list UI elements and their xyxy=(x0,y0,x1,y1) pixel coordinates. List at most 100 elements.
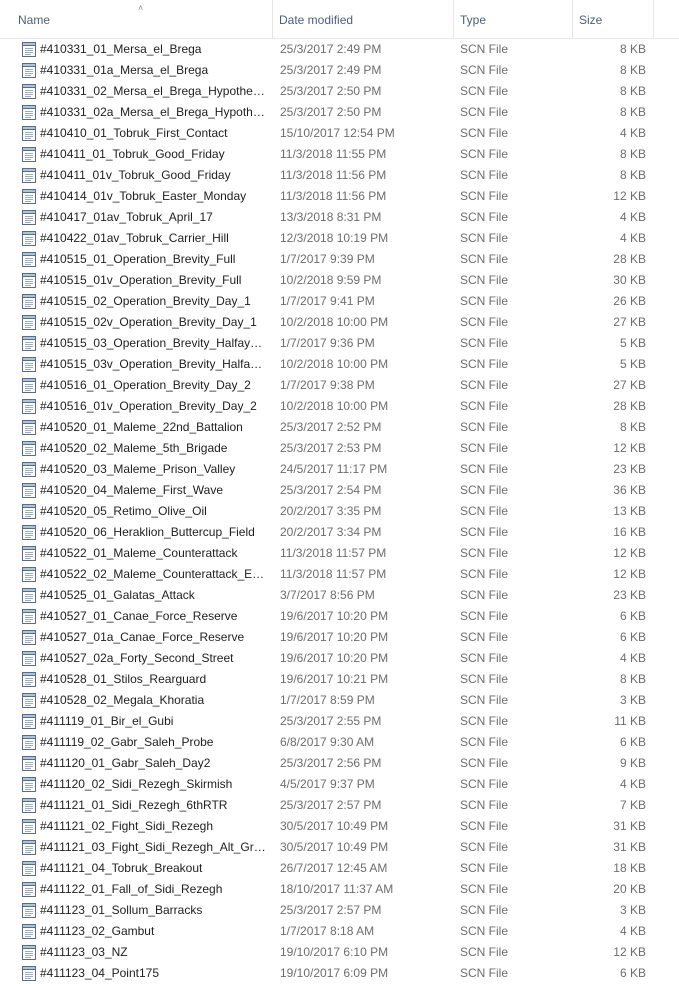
file-row[interactable]: #410520_02_Maleme_5th_Brigade 25/3/2017 2… xyxy=(0,438,679,459)
file-row[interactable]: #410520_05_Retimo_Olive_Oil 20/2/2017 3:3… xyxy=(0,501,679,522)
file-row[interactable]: #410331_01a_Mersa_el_Brega 25/3/2017 2:49… xyxy=(0,60,679,81)
file-row[interactable]: #411121_01_Sidi_Rezegh_6thRTR 25/3/2017 2… xyxy=(0,795,679,816)
file-row[interactable]: #410331_02a_Mersa_el_Brega_Hypothetical 2… xyxy=(0,102,679,123)
file-name[interactable]: #411119_01_Bir_el_Gubi xyxy=(40,711,268,732)
file-row[interactable]: #410516_01_Operation_Brevity_Day_2 1/7/20… xyxy=(0,375,679,396)
file-name[interactable]: #410422_01av_Tobruk_Carrier_Hill xyxy=(40,228,268,249)
file-row[interactable]: #410411_01_Tobruk_Good_Friday 11/3/2018 1… xyxy=(0,144,679,165)
file-name[interactable]: #410410_01_Tobruk_First_Contact xyxy=(40,123,268,144)
document-icon xyxy=(22,42,36,57)
file-name[interactable]: #411122_01_Fall_of_Sidi_Rezegh xyxy=(40,879,268,900)
file-name[interactable]: #410515_01v_Operation_Brevity_Full xyxy=(40,270,268,291)
file-name[interactable]: #411123_02_Gambut xyxy=(40,921,268,942)
file-name[interactable]: #410515_02v_Operation_Brevity_Day_1 xyxy=(40,312,268,333)
column-header-type[interactable]: Type xyxy=(454,0,573,38)
file-name[interactable]: #411120_02_Sidi_Rezegh_Skirmish xyxy=(40,774,268,795)
file-name[interactable]: #410520_01_Maleme_22nd_Battalion xyxy=(40,417,268,438)
file-name[interactable]: #410528_02_Megala_Khoratia xyxy=(40,690,268,711)
file-name[interactable]: #410515_03_Operation_Brevity_Halfaya_P..… xyxy=(40,333,268,354)
file-row[interactable]: #411123_01_Sollum_Barracks 25/3/2017 2:57… xyxy=(0,900,679,921)
file-row[interactable]: #410417_01av_Tobruk_April_17 13/3/2018 8:… xyxy=(0,207,679,228)
file-name[interactable]: #411121_02_Fight_Sidi_Rezegh xyxy=(40,816,268,837)
file-row[interactable]: #410331_02_Mersa_el_Brega_Hypothetical 25… xyxy=(0,81,679,102)
file-name[interactable]: #410516_01_Operation_Brevity_Day_2 xyxy=(40,375,268,396)
file-size: 27 KB xyxy=(613,378,646,392)
file-row[interactable]: #410527_01a_Canae_Force_Reserve 19/6/2017… xyxy=(0,627,679,648)
file-name[interactable]: #410520_02_Maleme_5th_Brigade xyxy=(40,438,268,459)
file-date-modified: 12/3/2018 10:19 PM xyxy=(280,231,389,245)
file-name[interactable]: #410527_02a_Forty_Second_Street xyxy=(40,648,268,669)
file-row[interactable]: #410515_03v_Operation_Brevity_Halfaya_..… xyxy=(0,354,679,375)
file-name[interactable]: #411123_01_Sollum_Barracks xyxy=(40,900,268,921)
file-name[interactable]: #411123_03_NZ xyxy=(40,942,268,963)
file-name[interactable]: #410527_01a_Canae_Force_Reserve xyxy=(40,627,268,648)
file-row[interactable]: #411119_01_Bir_el_Gubi 25/3/2017 2:55 PM S… xyxy=(0,711,679,732)
file-name[interactable]: #410331_01_Mersa_el_Brega xyxy=(40,39,268,60)
file-name[interactable]: #410331_01a_Mersa_el_Brega xyxy=(40,60,268,81)
file-row[interactable]: #411123_03_NZ 19/10/2017 6:10 PM SCN File 1… xyxy=(0,942,679,963)
file-name[interactable]: #410520_03_Maleme_Prison_Valley xyxy=(40,459,268,480)
file-name[interactable]: #410414_01v_Tobruk_Easter_Monday xyxy=(40,186,268,207)
file-name[interactable]: #410520_06_Heraklion_Buttercup_Field xyxy=(40,522,268,543)
file-row[interactable]: #410527_01_Canae_Force_Reserve 19/6/2017 … xyxy=(0,606,679,627)
file-row[interactable]: #410515_01v_Operation_Brevity_Full 10/2/2… xyxy=(0,270,679,291)
file-row[interactable]: #411122_01_Fall_of_Sidi_Rezegh 18/10/2017… xyxy=(0,879,679,900)
file-name[interactable]: #410528_01_Stilos_Rearguard xyxy=(40,669,268,690)
file-name[interactable]: #411121_04_Tobruk_Breakout xyxy=(40,858,268,879)
file-name[interactable]: #410411_01_Tobruk_Good_Friday xyxy=(40,144,268,165)
file-name[interactable]: #411120_01_Gabr_Saleh_Day2 xyxy=(40,753,268,774)
file-name[interactable]: #410520_04_Maleme_First_Wave xyxy=(40,480,268,501)
file-row[interactable]: #411121_03_Fight_Sidi_Rezegh_Alt_Ground 3… xyxy=(0,837,679,858)
file-row[interactable]: #410520_04_Maleme_First_Wave 25/3/2017 2:… xyxy=(0,480,679,501)
file-name[interactable]: #410515_01_Operation_Brevity_Full xyxy=(40,249,268,270)
file-name[interactable]: #411119_02_Gabr_Saleh_Probe xyxy=(40,732,268,753)
file-row[interactable]: #410422_01av_Tobruk_Carrier_Hill 12/3/201… xyxy=(0,228,679,249)
file-name[interactable]: #410331_02a_Mersa_el_Brega_Hypothetical xyxy=(40,102,268,123)
file-row[interactable]: #410520_03_Maleme_Prison_Valley 24/5/2017… xyxy=(0,459,679,480)
file-name[interactable]: #411123_04_Point175 xyxy=(40,963,268,984)
file-row[interactable]: #410528_02_Megala_Khoratia 1/7/2017 8:59 … xyxy=(0,690,679,711)
file-row[interactable]: #410520_06_Heraklion_Buttercup_Field 20/2… xyxy=(0,522,679,543)
file-name[interactable]: #410516_01v_Operation_Brevity_Day_2 xyxy=(40,396,268,417)
file-row[interactable]: #410515_01_Operation_Brevity_Full 1/7/201… xyxy=(0,249,679,270)
file-name[interactable]: #410331_02_Mersa_el_Brega_Hypothetical xyxy=(40,81,268,102)
file-name[interactable]: #411121_03_Fight_Sidi_Rezegh_Alt_Ground xyxy=(40,837,268,858)
column-header-date-modified[interactable]: Date modified xyxy=(273,0,454,38)
file-name[interactable]: #410522_01_Maleme_Counterattack xyxy=(40,543,268,564)
file-name[interactable]: #410522_02_Maleme_Counterattack_Early xyxy=(40,564,268,585)
file-row[interactable]: #411120_02_Sidi_Rezegh_Skirmish 4/5/2017 … xyxy=(0,774,679,795)
file-row[interactable]: #410414_01v_Tobruk_Easter_Monday 11/3/201… xyxy=(0,186,679,207)
file-row[interactable]: #411123_04_Point175 19/10/2017 6:09 PM SCN… xyxy=(0,963,679,984)
file-row[interactable]: #410515_03_Operation_Brevity_Halfaya_P..… xyxy=(0,333,679,354)
file-row[interactable]: #410522_02_Maleme_Counterattack_Early 11/… xyxy=(0,564,679,585)
file-row[interactable]: #411120_01_Gabr_Saleh_Day2 25/3/2017 2:56… xyxy=(0,753,679,774)
file-row[interactable]: #410515_02v_Operation_Brevity_Day_1 10/2/… xyxy=(0,312,679,333)
file-row[interactable]: #410411_01v_Tobruk_Good_Friday 11/3/2018 … xyxy=(0,165,679,186)
column-header-size[interactable]: Size xyxy=(573,0,654,38)
file-name[interactable]: #410520_05_Retimo_Olive_Oil xyxy=(40,501,268,522)
file-row[interactable]: #410522_01_Maleme_Counterattack 11/3/2018… xyxy=(0,543,679,564)
file-row[interactable]: #410525_01_Galatas_Attack 3/7/2017 8:56 P… xyxy=(0,585,679,606)
file-row[interactable]: #410331_01_Mersa_el_Brega 25/3/2017 2:49 … xyxy=(0,39,679,60)
file-row[interactable]: #410515_02_Operation_Brevity_Day_1 1/7/20… xyxy=(0,291,679,312)
file-date-modified: 18/10/2017 11:37 AM xyxy=(280,882,394,896)
file-row[interactable]: #410520_01_Maleme_22nd_Battalion 25/3/201… xyxy=(0,417,679,438)
file-row[interactable]: #411121_02_Fight_Sidi_Rezegh 30/5/2017 10… xyxy=(0,816,679,837)
file-name[interactable]: #410515_03v_Operation_Brevity_Halfaya_..… xyxy=(40,354,268,375)
file-name[interactable]: #410527_01_Canae_Force_Reserve xyxy=(40,606,268,627)
file-row[interactable]: #411121_04_Tobruk_Breakout 26/7/2017 12:4… xyxy=(0,858,679,879)
document-icon xyxy=(22,966,36,981)
file-row[interactable]: #410528_01_Stilos_Rearguard 19/6/2017 10:… xyxy=(0,669,679,690)
file-name[interactable]: #410417_01av_Tobruk_April_17 xyxy=(40,207,268,228)
file-name[interactable]: #411121_01_Sidi_Rezegh_6thRTR xyxy=(40,795,268,816)
file-date-modified: 20/2/2017 3:35 PM xyxy=(280,504,382,518)
file-row[interactable]: #411119_02_Gabr_Saleh_Probe 6/8/2017 9:30… xyxy=(0,732,679,753)
file-row[interactable]: #411123_02_Gambut 1/7/2017 8:18 AM SCN Fil… xyxy=(0,921,679,942)
file-name[interactable]: #410515_02_Operation_Brevity_Day_1 xyxy=(40,291,268,312)
file-row[interactable]: #410527_02a_Forty_Second_Street 19/6/2017… xyxy=(0,648,679,669)
file-name[interactable]: #410525_01_Galatas_Attack xyxy=(40,585,268,606)
file-row[interactable]: #410410_01_Tobruk_First_Contact 15/10/201… xyxy=(0,123,679,144)
file-name[interactable]: #410411_01v_Tobruk_Good_Friday xyxy=(40,165,268,186)
file-row[interactable]: #410516_01v_Operation_Brevity_Day_2 10/2/… xyxy=(0,396,679,417)
file-date-modified: 24/5/2017 11:17 PM xyxy=(280,462,388,476)
